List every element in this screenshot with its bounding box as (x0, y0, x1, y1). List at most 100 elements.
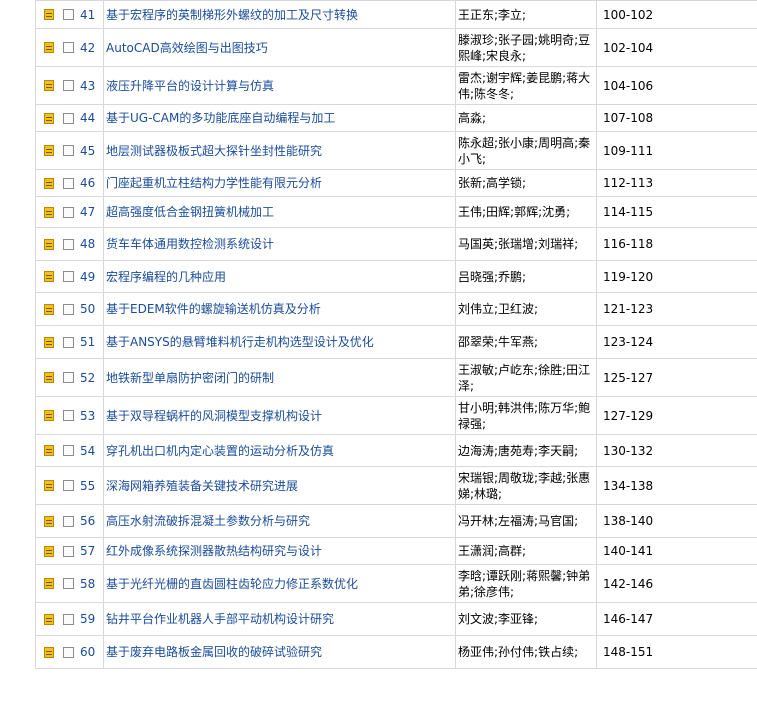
table-row: 58 基于光纤光栅的直齿圆柱齿轮应力修正系数优化 李晗;谭跃刚;蒋熙馨;钟弟弟;徐彦… (35, 564, 757, 603)
document-icon[interactable] (44, 445, 54, 456)
table-row: 49 宏程序编程的几种应用 吕晓强;乔鹏; 119-120 (35, 260, 757, 293)
row-select-cell: 44 (35, 104, 104, 132)
row-number: 43 (80, 78, 96, 93)
document-icon[interactable] (44, 80, 54, 91)
document-icon[interactable] (44, 42, 54, 53)
row-select-cell: 54 (35, 434, 104, 467)
document-icon[interactable] (44, 336, 54, 348)
row-checkbox[interactable] (63, 578, 74, 589)
document-icon[interactable] (44, 410, 54, 421)
document-icon[interactable] (44, 9, 54, 20)
article-authors: 冯开林;左福涛;马官国; (455, 504, 597, 538)
article-authors: 边海涛;唐苑寿;李天嗣; (455, 434, 597, 467)
article-title-link[interactable]: 高压水射流破拆混凝土参数分析与研究 (103, 504, 456, 538)
article-pages: 112-113 (596, 169, 757, 197)
table-row: 45 地层测试器极板式超大探针坐封性能研究 陈永超;张小康;周明高;秦小飞; 109-… (35, 131, 757, 170)
row-checkbox[interactable] (63, 445, 74, 456)
row-checkbox[interactable] (63, 515, 74, 527)
row-number: 49 (80, 269, 96, 284)
article-authors: 宋瑞银;周敬珑;李越;张惠娣;林璐; (455, 466, 597, 505)
article-pages: 134-138 (596, 466, 757, 505)
row-select-cell: 60 (35, 635, 104, 669)
article-title-link[interactable]: 基于双导程蜗杆的风洞模型支撑机构设计 (103, 396, 456, 435)
article-title-link[interactable]: 地铁新型单扇防护密闭门的研制 (103, 358, 456, 397)
article-title-link[interactable]: 地层测试器极板式超大探针坐封性能研究 (103, 131, 456, 170)
document-icon[interactable] (44, 238, 54, 250)
article-title-link[interactable]: 基于宏程序的英制梯形外螺纹的加工及尺寸转换 (103, 0, 456, 29)
article-title-link[interactable]: 深海网箱养殖装备关键技术研究进展 (103, 466, 456, 505)
row-select-cell: 45 (35, 131, 104, 170)
row-checkbox[interactable] (63, 646, 74, 658)
row-select-cell: 49 (35, 260, 104, 293)
row-checkbox[interactable] (63, 372, 74, 383)
article-authors: 刘文波;李亚锋; (455, 602, 597, 636)
document-icon[interactable] (44, 303, 54, 315)
article-title-link[interactable]: AutoCAD高效绘图与出图技巧 (103, 28, 456, 67)
article-title-link[interactable]: 穿孔机出口机内定心装置的运动分析及仿真 (103, 434, 456, 467)
document-icon[interactable] (44, 613, 54, 625)
row-select-cell: 42 (35, 28, 104, 67)
row-checkbox[interactable] (63, 410, 74, 421)
row-checkbox[interactable] (63, 112, 74, 124)
row-checkbox[interactable] (63, 238, 74, 250)
row-checkbox[interactable] (63, 480, 74, 491)
article-authors: 甘小明;韩洪伟;陈万华;鲍禄强; (455, 396, 597, 435)
document-icon[interactable] (44, 578, 54, 589)
article-authors: 陈永超;张小康;周明高;秦小飞; (455, 131, 597, 170)
row-number: 56 (80, 514, 96, 528)
row-checkbox[interactable] (63, 206, 74, 218)
article-authors: 马国英;张瑞增;刘瑞祥; (455, 227, 597, 261)
row-checkbox[interactable] (63, 303, 74, 315)
article-title-link[interactable]: 液压升降平台的设计计算与仿真 (103, 66, 456, 105)
table-row: 44 基于UG-CAM的多功能底座自动编程与加工 高淼; 107-108 (35, 104, 757, 132)
document-icon[interactable] (44, 372, 54, 383)
row-select-cell: 58 (35, 564, 104, 603)
row-select-cell: 51 (35, 325, 104, 359)
article-pages: 130-132 (596, 434, 757, 467)
row-number: 41 (80, 7, 96, 22)
document-icon[interactable] (44, 271, 54, 282)
document-icon[interactable] (44, 145, 54, 156)
article-title-link[interactable]: 基于UG-CAM的多功能底座自动编程与加工 (103, 104, 456, 132)
row-select-cell: 57 (35, 537, 104, 565)
document-icon[interactable] (44, 177, 54, 189)
article-title-link[interactable]: 基于EDEM软件的螺旋输送机仿真及分析 (103, 292, 456, 326)
row-checkbox[interactable] (63, 336, 74, 348)
row-select-cell: 59 (35, 602, 104, 636)
article-pages: 116-118 (596, 227, 757, 261)
row-checkbox[interactable] (63, 9, 74, 20)
article-title-link[interactable]: 钻井平台作业机器人手部平动机构设计研究 (103, 602, 456, 636)
article-title-link[interactable]: 基于废弃电路板金属回收的破碎试验研究 (103, 635, 456, 669)
row-number: 50 (80, 302, 96, 316)
document-icon[interactable] (44, 206, 54, 218)
results-table-container: 41 基于宏程序的英制梯形外螺纹的加工及尺寸转换 王正东;李立; 100-102 42 A… (0, 0, 757, 717)
article-title-link[interactable]: 超高强度低合金钢扭簧机械加工 (103, 196, 456, 228)
row-checkbox[interactable] (63, 80, 74, 91)
row-checkbox[interactable] (63, 42, 74, 53)
article-title-link[interactable]: 门座起重机立柱结构力学性能有限元分析 (103, 169, 456, 197)
row-select-cell: 55 (35, 466, 104, 505)
document-icon[interactable] (44, 545, 54, 557)
row-checkbox[interactable] (63, 177, 74, 189)
document-icon[interactable] (44, 646, 54, 658)
row-checkbox[interactable] (63, 271, 74, 282)
article-authors: 张新;高学锁; (455, 169, 597, 197)
document-icon[interactable] (44, 515, 54, 527)
row-checkbox[interactable] (63, 613, 74, 625)
table-row: 50 基于EDEM软件的螺旋输送机仿真及分析 刘伟立;卫红波; 121-123 (35, 292, 757, 326)
document-icon[interactable] (44, 112, 54, 124)
article-authors: 刘伟立;卫红波; (455, 292, 597, 326)
document-icon[interactable] (44, 480, 54, 491)
article-pages: 104-106 (596, 66, 757, 105)
article-pages: 109-111 (596, 131, 757, 170)
row-checkbox[interactable] (63, 545, 74, 557)
article-title-link[interactable]: 红外成像系统探测器散热结构研究与设计 (103, 537, 456, 565)
article-results-table: 41 基于宏程序的英制梯形外螺纹的加工及尺寸转换 王正东;李立; 100-102 42 A… (35, 0, 757, 669)
article-title-link[interactable]: 基于光纤光栅的直齿圆柱齿轮应力修正系数优化 (103, 564, 456, 603)
article-title-link[interactable]: 基于ANSYS的悬臂堆料机行走机构选型设计及优化 (103, 325, 456, 359)
article-title-link[interactable]: 货车车体通用数控检测系统设计 (103, 227, 456, 261)
article-title-link[interactable]: 宏程序编程的几种应用 (103, 260, 456, 293)
row-checkbox[interactable] (63, 145, 74, 156)
row-select-cell: 47 (35, 196, 104, 228)
article-pages: 100-102 (596, 0, 757, 29)
